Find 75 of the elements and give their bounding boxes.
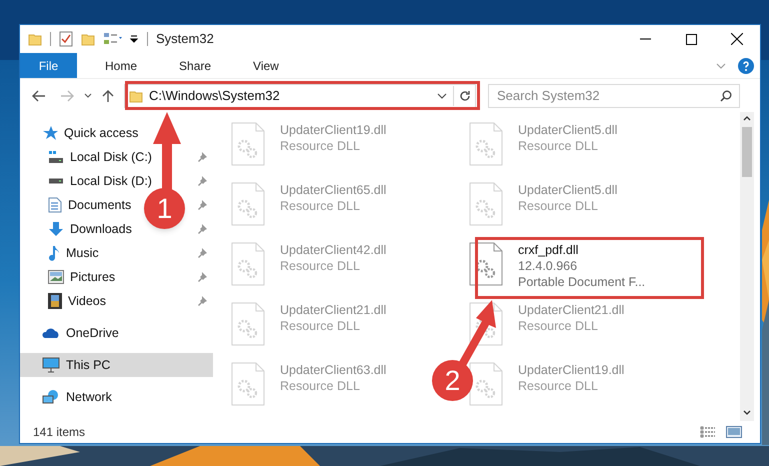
file-detail: Resource DLL xyxy=(518,378,599,394)
nav-item[interactable]: OneDrive xyxy=(66,324,119,342)
nav-item[interactable]: Local Disk (C:) xyxy=(70,148,152,166)
refresh-icon[interactable] xyxy=(459,90,471,102)
ribbon-tab[interactable]: Home xyxy=(91,53,152,78)
expand-ribbon-icon[interactable] xyxy=(716,62,726,68)
pin-icon[interactable] xyxy=(197,176,207,186)
nav-item[interactable]: Downloads xyxy=(70,220,132,238)
details-view-icon[interactable] xyxy=(700,426,716,438)
scrollbar-thumb[interactable] xyxy=(742,127,752,177)
ribbon-tab[interactable]: Share xyxy=(165,53,226,78)
search-icon xyxy=(720,90,732,102)
dll-file-icon[interactable] xyxy=(469,242,503,286)
nav-item[interactable]: This PC xyxy=(66,356,110,374)
music-note-icon xyxy=(48,245,60,261)
pin-icon[interactable] xyxy=(197,152,207,162)
recent-locations-icon[interactable] xyxy=(84,92,92,98)
scrollbar[interactable] xyxy=(740,112,754,421)
star-icon xyxy=(42,125,58,141)
document-icon xyxy=(48,197,62,213)
file-detail: Resource DLL xyxy=(518,138,599,154)
nav-item[interactable]: Music xyxy=(66,244,99,262)
pin-icon[interactable] xyxy=(197,224,207,234)
customize-toolbar-icon[interactable] xyxy=(129,34,139,44)
view-options-icon[interactable] xyxy=(103,32,125,46)
file-detail: Resource DLL xyxy=(280,138,361,154)
drive-icon xyxy=(48,150,64,164)
large-icons-view-icon[interactable] xyxy=(726,426,742,438)
nav-item[interactable]: Quick access xyxy=(64,124,138,142)
film-icon xyxy=(48,293,62,309)
file-detail: 12.4.0.966 xyxy=(518,258,578,274)
new-folder-icon[interactable] xyxy=(81,32,95,46)
window-title: System32 xyxy=(156,30,214,48)
download-icon xyxy=(48,221,64,237)
file-detail: Resource DLL xyxy=(280,318,361,334)
search-field[interactable]: Search System32 xyxy=(488,84,740,108)
network-icon xyxy=(42,389,60,405)
file-tab[interactable]: File xyxy=(20,53,77,78)
scroll-down-icon[interactable] xyxy=(743,410,751,415)
folder-icon xyxy=(129,88,143,102)
nav-item[interactable]: Videos xyxy=(68,292,106,310)
file-detail: Resource DLL xyxy=(518,318,599,334)
forward-icon[interactable] xyxy=(60,90,74,102)
file-name[interactable]: crxf_pdf.dll xyxy=(518,242,646,258)
item-count: 141 items xyxy=(33,424,86,441)
up-icon[interactable] xyxy=(102,88,114,102)
address-path: C:\Windows\System32 xyxy=(149,86,280,105)
help-icon[interactable] xyxy=(738,58,754,74)
file-detail: Resource DLL xyxy=(280,198,361,214)
file-detail: Portable Document F... xyxy=(518,274,646,290)
computer-icon xyxy=(42,357,60,373)
file-detail: Resource DLL xyxy=(280,378,361,394)
file-detail: Resource DLL xyxy=(280,258,361,274)
file-detail: Resource DLL xyxy=(518,198,599,214)
minimize-icon xyxy=(640,38,650,40)
maximize-icon xyxy=(686,34,696,44)
dropdown-icon[interactable] xyxy=(437,92,447,98)
properties-icon[interactable] xyxy=(59,31,73,47)
drive-icon xyxy=(48,178,64,184)
scroll-up-icon[interactable] xyxy=(743,116,751,121)
close-icon xyxy=(731,33,743,45)
back-icon[interactable] xyxy=(32,90,46,102)
nav-item[interactable]: Pictures xyxy=(70,268,116,286)
ribbon-tab[interactable]: View xyxy=(239,53,293,78)
nav-item[interactable]: Local Disk (D:) xyxy=(70,172,152,190)
nav-item[interactable]: Documents xyxy=(68,196,132,214)
pin-icon[interactable] xyxy=(197,272,207,282)
pin-icon[interactable] xyxy=(197,200,207,210)
pin-icon[interactable] xyxy=(197,248,207,258)
picture-icon xyxy=(48,270,64,284)
dll-file-icon[interactable] xyxy=(469,362,503,406)
cloud-icon xyxy=(42,327,60,339)
folder-icon[interactable] xyxy=(28,32,42,46)
nav-item[interactable]: Network xyxy=(66,388,112,406)
pin-icon[interactable] xyxy=(197,296,207,306)
